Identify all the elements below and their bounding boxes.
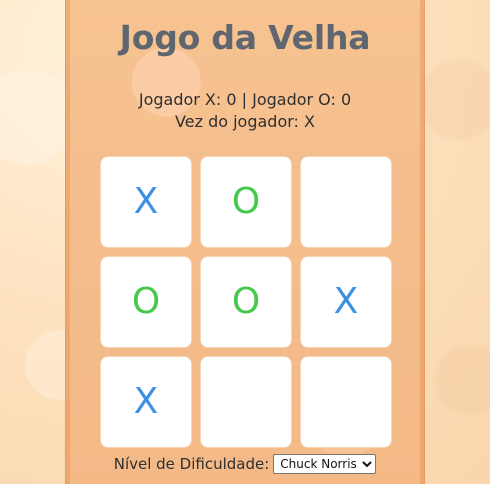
board-cell-3[interactable] — [301, 157, 391, 247]
background-decoration — [420, 60, 490, 140]
difficulty-control: Nível de Dificuldade: Chuck Norris — [66, 454, 424, 474]
board-cell-1[interactable]: X — [101, 157, 191, 247]
board-cell-8[interactable] — [201, 357, 291, 447]
board-cell-5[interactable]: O — [201, 257, 291, 347]
turn-indicator: Vez do jogador: X — [175, 112, 315, 131]
background-decoration — [0, 70, 75, 165]
board-cell-2[interactable]: O — [201, 157, 291, 247]
background-decoration — [435, 345, 490, 415]
game-board: X O O O X X — [101, 157, 391, 447]
difficulty-select[interactable]: Chuck Norris — [273, 454, 377, 474]
board-cell-4[interactable]: O — [101, 257, 191, 347]
board-cell-7[interactable]: X — [101, 357, 191, 447]
board-cell-6[interactable]: X — [301, 257, 391, 347]
page-title: Jogo da Velha — [119, 18, 371, 57]
game-panel: Jogo da Velha Jogador X: 0 | Jogador O: … — [65, 0, 425, 484]
score-text: Jogador X: 0 | Jogador O: 0 — [138, 90, 352, 109]
difficulty-label: Nível de Dificuldade: — [113, 455, 270, 473]
board-cell-9[interactable] — [301, 357, 391, 447]
